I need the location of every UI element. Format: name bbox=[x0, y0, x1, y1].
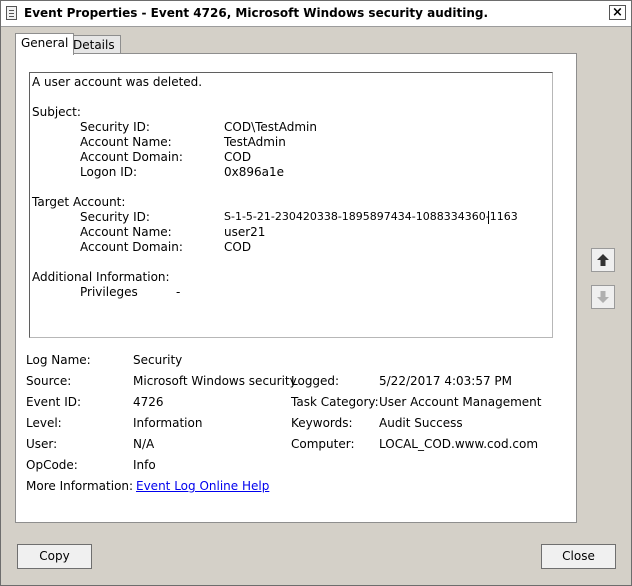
title-bar[interactable]: Event Properties - Event 4726, Microsoft… bbox=[1, 1, 631, 27]
arrow-down-icon bbox=[597, 291, 609, 303]
keywords-value: Audit Success bbox=[379, 416, 463, 430]
more-information-label: More Information: bbox=[26, 479, 134, 493]
event-id-label: Event ID: bbox=[26, 395, 82, 409]
logged-label: Logged: bbox=[291, 374, 340, 388]
target-label: Account Name: bbox=[80, 225, 172, 239]
target-value: S-1-5-21-230420338-1895897434-1088334360… bbox=[224, 210, 518, 223]
general-tab-panel: A user account was deleted. Subject: Sec… bbox=[15, 53, 577, 523]
event-log-online-help-link[interactable]: Event Log Online Help bbox=[136, 479, 269, 493]
subject-value: 0x896a1e bbox=[224, 165, 285, 179]
target-account-header: Target Account: bbox=[32, 195, 126, 209]
subject-label: Account Domain: bbox=[80, 150, 183, 164]
user-value: N/A bbox=[133, 437, 155, 451]
target-value: COD bbox=[224, 240, 252, 254]
subject-label: Logon ID: bbox=[80, 165, 138, 179]
source-value: Microsoft Windows security bbox=[133, 374, 297, 388]
target-label: Account Domain: bbox=[80, 240, 183, 254]
subject-value: COD bbox=[224, 150, 252, 164]
subject-value: TestAdmin bbox=[224, 135, 286, 149]
level-value: Information bbox=[133, 416, 203, 430]
event-description-box[interactable]: A user account was deleted. Subject: Sec… bbox=[29, 72, 553, 338]
subject-header: Subject: bbox=[32, 105, 81, 119]
close-button[interactable]: Close bbox=[541, 544, 616, 569]
log-name-value: Security bbox=[133, 353, 183, 367]
target-label: Security ID: bbox=[80, 210, 150, 224]
level-label: Level: bbox=[26, 416, 62, 430]
user-label: User: bbox=[26, 437, 58, 451]
subject-label: Security ID: bbox=[80, 120, 150, 134]
event-summary: A user account was deleted. bbox=[32, 75, 203, 89]
copy-button[interactable]: Copy bbox=[17, 544, 92, 569]
arrow-up-icon bbox=[597, 254, 609, 266]
opcode-label: OpCode: bbox=[26, 458, 78, 472]
source-label: Source: bbox=[26, 374, 72, 388]
log-name-label: Log Name: bbox=[26, 353, 91, 367]
previous-event-button[interactable] bbox=[591, 248, 615, 272]
subject-label: Account Name: bbox=[80, 135, 172, 149]
keywords-label: Keywords: bbox=[291, 416, 353, 430]
logged-value: 5/22/2017 4:03:57 PM bbox=[379, 374, 513, 388]
additional-label: Privileges bbox=[80, 285, 138, 299]
tab-general[interactable]: General bbox=[15, 33, 75, 55]
additional-value: - bbox=[176, 285, 181, 299]
task-category-label: Task Category: bbox=[291, 395, 379, 409]
event-id-value: 4726 bbox=[133, 395, 164, 409]
event-properties-window: Event Properties - Event 4726, Microsoft… bbox=[0, 0, 632, 586]
next-event-button[interactable] bbox=[591, 285, 615, 309]
computer-value: LOCAL_COD.www.cod.com bbox=[379, 437, 539, 451]
additional-info-header: Additional Information: bbox=[32, 270, 170, 284]
tab-details[interactable]: Details bbox=[67, 35, 121, 55]
computer-label: Computer: bbox=[291, 437, 355, 451]
window-title: Event Properties - Event 4726, Microsoft… bbox=[24, 6, 489, 20]
text-cursor bbox=[488, 211, 489, 224]
opcode-value: Info bbox=[133, 458, 156, 472]
task-category-value: User Account Management bbox=[379, 395, 542, 409]
target-value: user21 bbox=[224, 225, 266, 239]
event-viewer-icon bbox=[6, 6, 17, 20]
close-window-button[interactable]: × bbox=[609, 5, 626, 20]
subject-value: COD\TestAdmin bbox=[224, 120, 317, 134]
